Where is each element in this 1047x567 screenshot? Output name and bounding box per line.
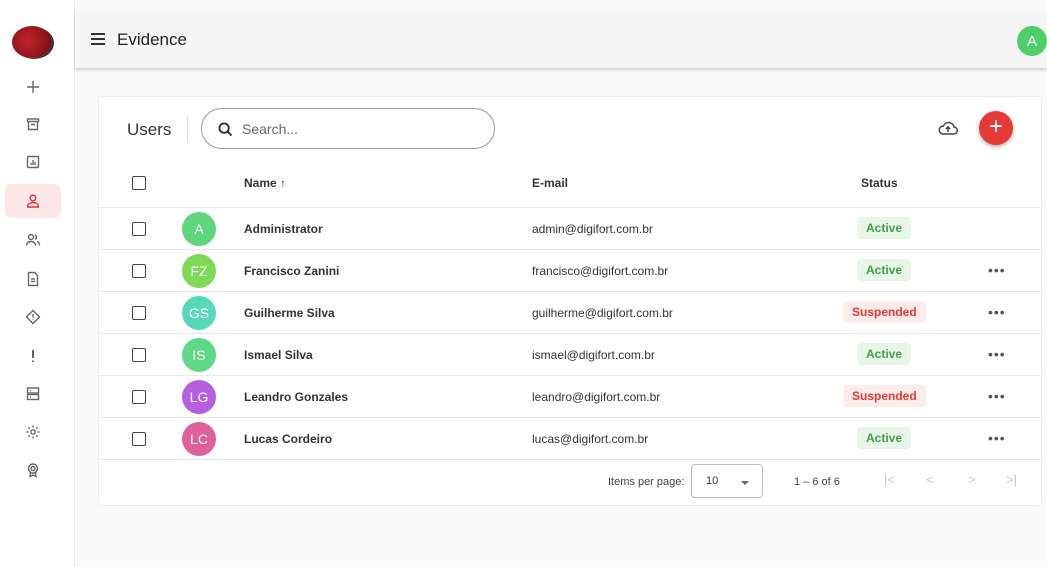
more-actions-icon[interactable]: ••• [988, 262, 1006, 278]
status-badge: Active [857, 259, 912, 281]
table-row[interactable]: LG Leandro Gonzales leandro@digifort.com… [99, 376, 1041, 418]
users-card: Users + Name ↑ E-mail Status A Administr… [98, 96, 1042, 506]
server-icon [26, 387, 40, 401]
table-row[interactable]: A Administrator admin@digifort.com.br Ac… [99, 208, 1041, 250]
user-email: ismael@digifort.com.br [532, 348, 655, 362]
more-actions-icon[interactable]: ••• [988, 388, 1006, 404]
card-title: Users [127, 120, 172, 139]
user-name: Administrator [244, 222, 323, 236]
page-range-label: 1 – 6 of 6 [794, 476, 840, 488]
search-input[interactable] [242, 118, 482, 140]
users-icon [25, 233, 41, 246]
row-checkbox[interactable] [132, 306, 146, 320]
column-header-email[interactable]: E-mail [532, 176, 568, 190]
sidebar-item-notices[interactable] [5, 339, 61, 373]
plus-icon [27, 81, 39, 93]
table-header: Name ↑ E-mail Status [99, 160, 1041, 208]
avatar: A [182, 212, 216, 246]
top-toolbar: Evidence A [75, 12, 1047, 68]
cloud-upload-icon[interactable] [937, 117, 959, 139]
sidebar [0, 0, 75, 567]
warning-icon [25, 309, 41, 325]
row-checkbox[interactable] [132, 222, 146, 236]
user-email: guilherme@digifort.com.br [532, 306, 673, 320]
column-header-status[interactable]: Status [861, 176, 898, 190]
status-badge: Suspended [843, 385, 926, 407]
paginator: Items per page: 10 1 – 6 of 6 |< < > >| [99, 461, 1041, 505]
last-page-icon[interactable]: >| [1006, 472, 1017, 487]
row-checkbox[interactable] [132, 348, 146, 362]
user-avatar[interactable]: A [1017, 26, 1047, 56]
page-title: Evidence [117, 30, 187, 49]
sidebar-item-groups[interactable] [5, 223, 61, 257]
badge-icon [27, 463, 39, 478]
table-row[interactable]: IS Ismael Silva ismael@digifort.com.br A… [99, 334, 1041, 376]
user-name: Ismael Silva [244, 348, 313, 362]
more-actions-icon[interactable]: ••• [988, 430, 1006, 446]
document-icon [27, 271, 39, 287]
table-row[interactable]: FZ Francisco Zanini francisco@digifort.c… [99, 250, 1041, 292]
sidebar-item-archive[interactable] [5, 107, 61, 141]
user-email: lucas@digifort.com.br [532, 432, 649, 446]
sidebar-item-alerts[interactable] [5, 300, 61, 334]
items-per-page-select[interactable]: 10 [691, 464, 763, 498]
sidebar-item-servers[interactable] [5, 377, 61, 411]
user-email: francisco@digifort.com.br [532, 264, 669, 278]
first-page-icon[interactable]: |< [884, 472, 895, 487]
user-name: Lucas Cordeiro [244, 432, 333, 446]
status-badge: Suspended [843, 301, 926, 323]
column-header-name[interactable]: Name ↑ [244, 176, 286, 190]
select-all-checkbox[interactable] [132, 176, 146, 190]
avatar: LG [182, 380, 216, 414]
more-actions-icon[interactable]: ••• [988, 304, 1006, 320]
status-badge: Active [857, 217, 912, 239]
add-user-button[interactable]: + [979, 111, 1013, 145]
items-per-page-value: 10 [706, 475, 719, 487]
row-checkbox[interactable] [132, 432, 146, 446]
exclamation-icon [32, 350, 34, 362]
caret-down-icon [741, 481, 749, 485]
sidebar-item-documents[interactable] [5, 262, 61, 296]
status-badge: Active [857, 427, 912, 449]
sidebar-item-reports[interactable] [5, 145, 61, 179]
next-page-icon[interactable]: > [968, 472, 976, 487]
avatar: GS [182, 296, 216, 330]
sidebar-item-users[interactable] [5, 184, 61, 218]
user-email: admin@digifort.com.br [532, 222, 653, 236]
hamburger-menu-icon[interactable] [91, 33, 105, 45]
avatar: IS [182, 338, 216, 372]
user-name: Leandro Gonzales [244, 390, 349, 404]
table-row[interactable]: LC Lucas Cordeiro lucas@digifort.com.br … [99, 418, 1041, 460]
user-name: Guilherme Silva [244, 306, 335, 320]
chart-icon [26, 155, 40, 169]
row-checkbox[interactable] [132, 390, 146, 404]
user-icon [26, 194, 40, 208]
divider [187, 116, 188, 142]
user-email: leandro@digifort.com.br [532, 390, 661, 404]
archive-icon [26, 118, 40, 131]
status-badge: Active [857, 343, 912, 365]
sidebar-item-settings[interactable] [5, 415, 61, 449]
row-checkbox[interactable] [132, 264, 146, 278]
search-icon [218, 122, 233, 137]
app-logo[interactable] [12, 26, 52, 58]
gear-icon [26, 425, 40, 439]
search-box[interactable] [201, 108, 495, 149]
items-per-page-label: Items per page: [608, 476, 685, 488]
sidebar-item-licenses[interactable] [5, 453, 61, 487]
more-actions-icon[interactable]: ••• [988, 346, 1006, 362]
avatar: FZ [182, 254, 216, 288]
sidebar-item-add[interactable] [5, 70, 61, 104]
table-row[interactable]: GS Guilherme Silva guilherme@digifort.co… [99, 292, 1041, 334]
previous-page-icon[interactable]: < [926, 472, 934, 487]
user-name: Francisco Zanini [244, 264, 340, 278]
avatar: LC [182, 422, 216, 456]
